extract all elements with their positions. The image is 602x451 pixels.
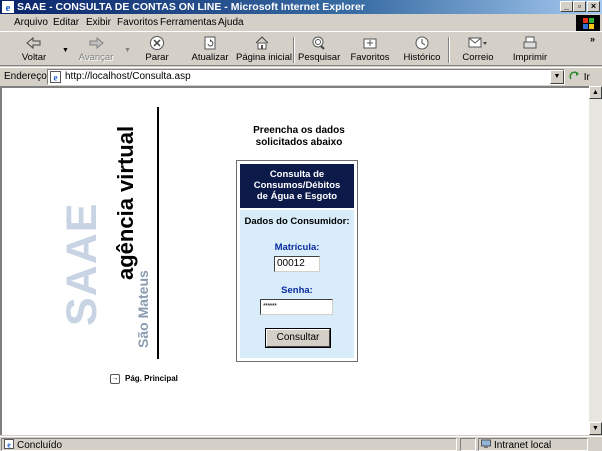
print-button[interactable]: Imprimir bbox=[510, 35, 550, 65]
history-button[interactable]: Histórico bbox=[403, 35, 441, 65]
back-dropdown-icon[interactable]: ▼ bbox=[62, 47, 69, 54]
toolbar: Voltar ▼ Avançar ▼ Parar Atualizar Págin… bbox=[0, 33, 602, 66]
intro-line-2: solicitados abaixo bbox=[255, 137, 343, 148]
printer-icon bbox=[523, 36, 537, 49]
status-pane-blank bbox=[460, 438, 476, 451]
go-label: Ir bbox=[583, 72, 590, 83]
history-label: Histórico bbox=[403, 52, 441, 63]
forward-dropdown-icon[interactable]: ▼ bbox=[124, 47, 131, 54]
mail-label: Correio bbox=[462, 52, 494, 63]
forward-arrow-icon bbox=[89, 36, 104, 50]
go-button[interactable]: Ir bbox=[569, 70, 590, 83]
stop-label: Parar bbox=[145, 52, 169, 63]
window-title: SAAE - CONSULTA DE CONTAS ON LINE - Micr… bbox=[17, 1, 365, 13]
history-icon bbox=[415, 36, 429, 50]
refresh-label: Atualizar bbox=[191, 52, 229, 63]
search-button[interactable]: Pesquisar bbox=[298, 35, 341, 65]
title-bar: e SAAE - CONSULTA DE CONTAS ON LINE - Mi… bbox=[0, 0, 602, 14]
home-page-link[interactable]: → Pág. Principal bbox=[110, 374, 178, 384]
logo-agencia-virtual: agência virtual bbox=[113, 125, 138, 280]
favorites-label: Favoritos bbox=[350, 52, 390, 63]
home-button[interactable]: Página inicial bbox=[236, 35, 292, 65]
senha-input[interactable]: ****** bbox=[260, 299, 333, 315]
search-icon bbox=[312, 36, 325, 50]
close-button[interactable]: × bbox=[587, 1, 600, 12]
form-title-line-3: de Água e Esgoto bbox=[256, 191, 338, 202]
address-input[interactable]: e http://localhost/Consulta.asp ▼ bbox=[47, 69, 565, 85]
intro-line-1: Preencha os dados bbox=[253, 125, 345, 136]
menu-ajuda[interactable]: Ajuda bbox=[218, 17, 244, 28]
page-icon: e bbox=[50, 71, 61, 83]
form-body: Dados do Consumidor: Matrícula: 00012 Se… bbox=[240, 210, 354, 358]
favorites-folder-icon bbox=[363, 38, 377, 49]
mail-icon bbox=[468, 37, 487, 48]
back-button[interactable]: Voltar bbox=[14, 35, 54, 65]
vertical-scrollbar[interactable]: ▲ ▼ bbox=[589, 86, 602, 435]
forward-button[interactable]: Avançar bbox=[74, 35, 118, 65]
home-icon bbox=[255, 36, 269, 50]
menu-arquivo[interactable]: Arquivo bbox=[14, 17, 48, 28]
zone-pane: Intranet local bbox=[478, 438, 588, 451]
status-bar: e Concluído Intranet local bbox=[0, 436, 602, 451]
svg-text:e: e bbox=[6, 2, 11, 13]
arrow-right-icon: → bbox=[110, 374, 120, 384]
scroll-down-icon[interactable]: ▼ bbox=[589, 422, 602, 435]
print-label: Imprimir bbox=[512, 52, 548, 63]
menu-exibir[interactable]: Exibir bbox=[86, 17, 111, 28]
scroll-up-icon[interactable]: ▲ bbox=[589, 86, 602, 99]
address-label: Endereço bbox=[4, 71, 47, 82]
toolbar-separator bbox=[448, 37, 450, 63]
search-label: Pesquisar bbox=[298, 52, 341, 63]
logo-divider bbox=[157, 107, 159, 359]
toolbar-more-icon[interactable]: » bbox=[590, 34, 595, 44]
back-label: Voltar bbox=[21, 52, 47, 63]
refresh-icon bbox=[204, 36, 216, 50]
page-content: SAAE agência virtual São Mateus Preencha… bbox=[0, 86, 589, 435]
menu-editar[interactable]: Editar bbox=[53, 17, 79, 28]
menu-bar: Arquivo Editar Exibir Favoritos Ferramen… bbox=[0, 14, 602, 32]
svg-text:e: e bbox=[7, 441, 11, 450]
back-arrow-icon bbox=[26, 36, 41, 50]
form-header: Consulta de Consumos/Débitos de Água e E… bbox=[240, 164, 354, 208]
intro-text: Preencha os dados solicitados abaixo bbox=[234, 125, 364, 149]
home-link-label: Pág. Principal bbox=[125, 374, 178, 384]
logo-sao-mateus: São Mateus bbox=[135, 270, 151, 348]
section-label: Dados do Consumidor: bbox=[244, 216, 350, 227]
mail-button[interactable]: Correio bbox=[458, 35, 498, 65]
address-url: http://localhost/Consulta.asp bbox=[65, 71, 191, 82]
toolbar-separator bbox=[293, 37, 295, 63]
menu-favoritos[interactable]: Favoritos bbox=[117, 17, 158, 28]
svg-text:e: e bbox=[54, 73, 58, 83]
page-done-icon: e bbox=[4, 439, 14, 449]
matricula-label: Matrícula: bbox=[274, 242, 320, 253]
consultar-button[interactable]: Consultar bbox=[266, 329, 330, 347]
status-text: Concluído bbox=[17, 440, 63, 451]
forward-label: Avançar bbox=[78, 52, 114, 63]
logo-saae: SAAE bbox=[58, 202, 106, 326]
status-pane: e Concluído bbox=[1, 438, 457, 451]
maximize-button[interactable]: ▫ bbox=[573, 1, 586, 12]
favorites-button[interactable]: Favoritos bbox=[350, 35, 390, 65]
address-bar: Endereço e http://localhost/Consulta.asp… bbox=[0, 67, 602, 85]
senha-label: Senha: bbox=[281, 285, 313, 296]
home-label: Página inicial bbox=[236, 52, 292, 63]
stop-icon bbox=[150, 36, 164, 50]
refresh-button[interactable]: Atualizar bbox=[190, 35, 230, 65]
address-dropdown-icon[interactable]: ▼ bbox=[550, 70, 564, 84]
ie-icon: e bbox=[2, 1, 14, 13]
minimize-button[interactable]: _ bbox=[560, 1, 573, 12]
go-arrow-icon bbox=[569, 71, 579, 80]
windows-logo-icon bbox=[576, 15, 600, 31]
stop-button[interactable]: Parar bbox=[140, 35, 174, 65]
login-form: Consulta de Consumos/Débitos de Água e E… bbox=[236, 160, 358, 362]
zone-text: Intranet local bbox=[494, 440, 552, 451]
form-title-line-1: Consulta de bbox=[269, 169, 325, 180]
intranet-zone-icon bbox=[481, 439, 491, 448]
matricula-input[interactable]: 00012 bbox=[274, 256, 320, 272]
menu-ferramentas[interactable]: Ferramentas bbox=[160, 17, 217, 28]
form-title-line-2: Consumos/Débitos bbox=[253, 180, 341, 191]
